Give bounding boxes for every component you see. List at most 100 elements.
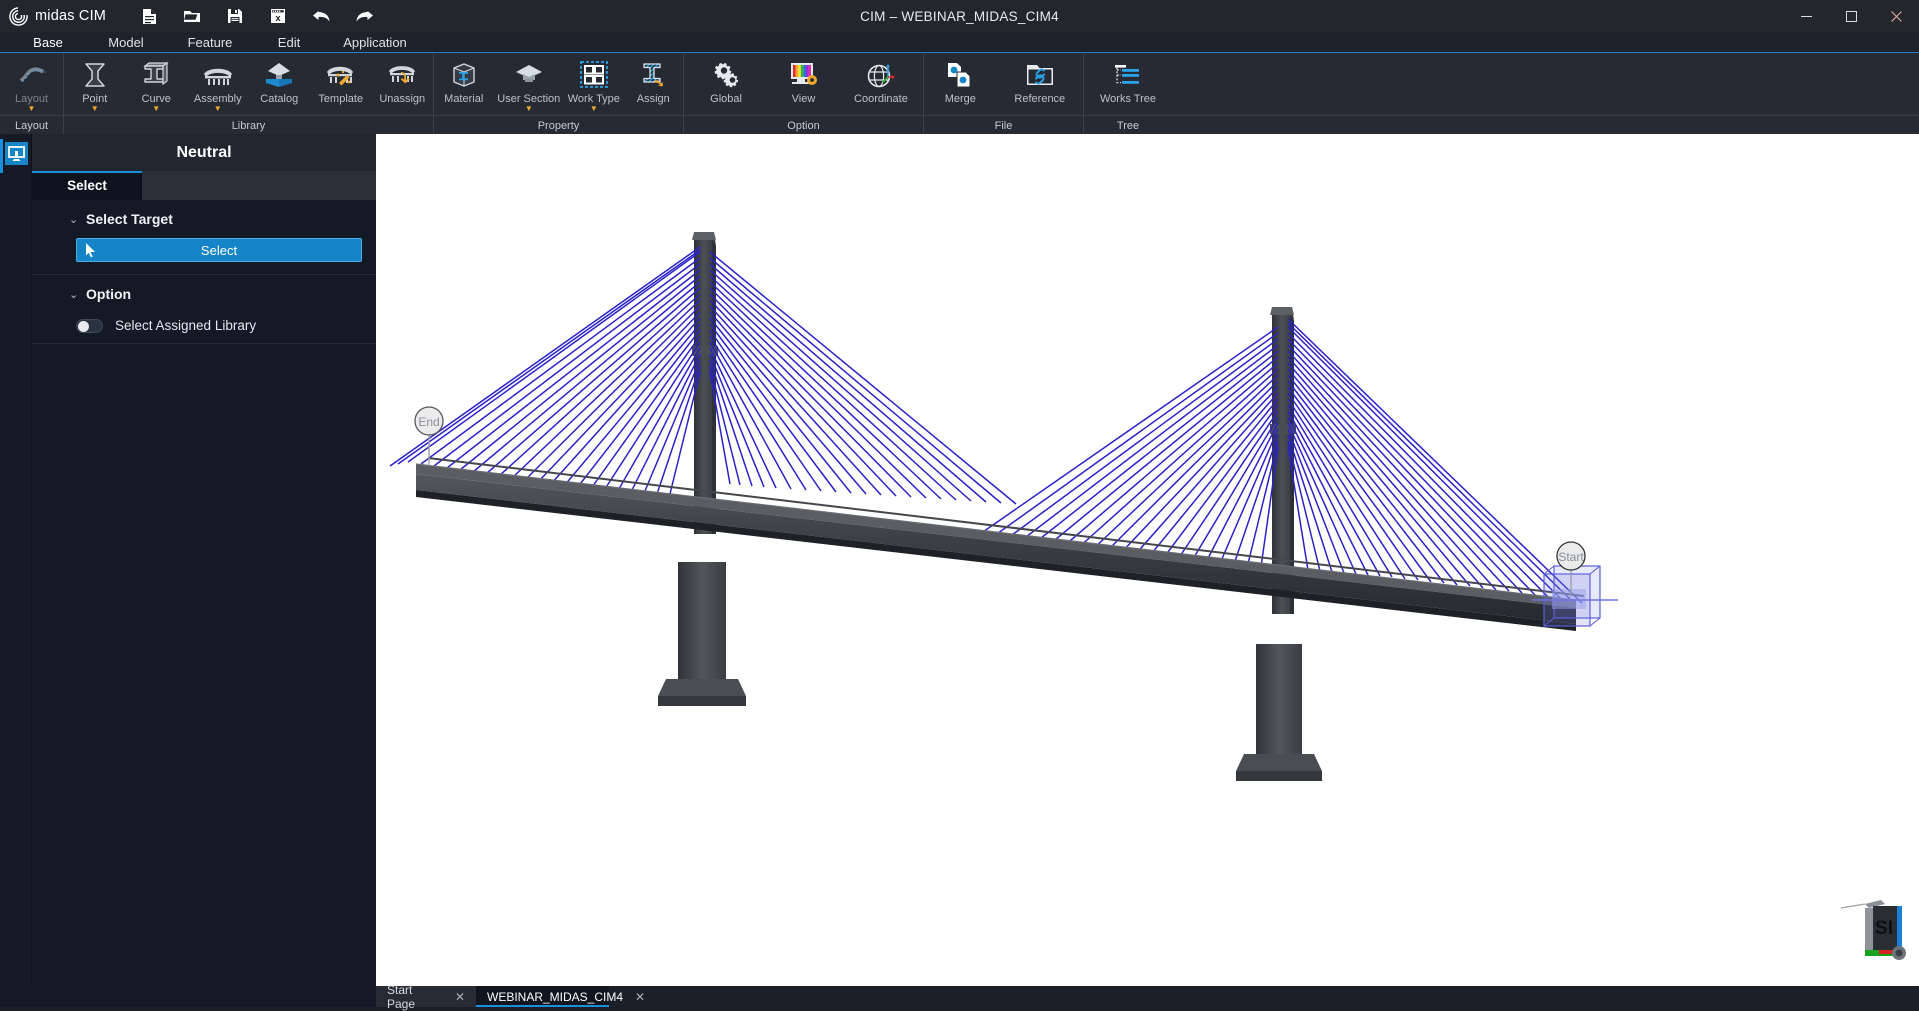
ribbon-button-work-type[interactable]: Work Type ▼ — [564, 55, 623, 115]
ribbon-toolbar: Layout ▼ Point ▼ — [0, 52, 1919, 134]
ribbon-button-unassign[interactable]: Unassign — [372, 55, 434, 115]
menu-item-base[interactable]: Base — [18, 35, 78, 52]
selection-box-start[interactable] — [1532, 566, 1618, 626]
ribbon-button-assembly[interactable]: Assembly ▼ — [187, 55, 249, 115]
bridge-model-render: End Start — [376, 134, 1919, 986]
ribbon-group-label-property: Property — [434, 116, 684, 135]
cable-group-pylon2-right — [1288, 319, 1582, 603]
menu-item-application[interactable]: Application — [330, 35, 420, 52]
ribbon-button-template[interactable]: Template — [310, 55, 372, 115]
menu-item-model[interactable]: Model — [96, 35, 156, 52]
ribbon-group-label-tree: Tree — [1084, 116, 1172, 135]
save-icon[interactable] — [225, 6, 245, 26]
new-file-icon[interactable] — [139, 6, 159, 26]
curve-icon — [141, 58, 171, 91]
midas-logo-icon — [9, 7, 28, 26]
ribbon-button-curve[interactable]: Curve ▼ — [126, 55, 188, 115]
reference-link-icon — [1025, 58, 1055, 91]
chevron-down-icon[interactable]: ▼ — [214, 106, 222, 112]
chevron-down-icon[interactable]: ⌄ — [69, 288, 78, 301]
ribbon-group-label-library: Library — [64, 116, 434, 135]
ribbon-button-assign[interactable]: Assign — [624, 55, 683, 115]
select-button-label: Select — [201, 243, 237, 258]
coordinate-globe-icon — [866, 58, 896, 91]
ribbon-group-property: Material User Section ▼ — [434, 53, 684, 115]
chevron-down-icon[interactable]: ▼ — [152, 106, 160, 112]
open-folder-icon[interactable] — [182, 6, 202, 26]
close-button[interactable] — [1874, 0, 1919, 32]
ribbon-group-label-option: Option — [684, 116, 924, 135]
material-icon — [450, 58, 478, 91]
assign-icon — [639, 58, 667, 91]
ribbon-button-global[interactable]: Global — [684, 55, 768, 115]
select-button[interactable]: Select — [76, 238, 362, 262]
works-tree-icon — [1113, 58, 1143, 91]
template-icon — [324, 58, 358, 91]
ribbon-group-label-layout: Layout — [0, 116, 64, 135]
model-viewport-3d[interactable]: End Start SI — [376, 134, 1919, 986]
ribbon-button-user-section[interactable]: User Section ▼ — [493, 55, 564, 115]
section-select-target: ⌄ Select Target Select — [32, 200, 376, 275]
ribbon-button-view[interactable]: View — [768, 55, 839, 115]
section-header-select-target[interactable]: ⌄ Select Target — [32, 200, 376, 233]
panel-tab-bar: Select — [32, 171, 376, 200]
chevron-down-icon[interactable]: ▼ — [91, 106, 99, 112]
section-title-select-target: Select Target — [86, 211, 173, 227]
ribbon-button-coordinate[interactable]: Coordinate — [839, 55, 923, 115]
document-tab-start-page[interactable]: Start Page ✕ — [376, 986, 476, 1007]
works-display-icon — [5, 142, 28, 170]
ribbon-button-layout[interactable]: Layout ▼ — [0, 55, 63, 115]
redo-icon[interactable] — [354, 6, 374, 26]
ribbon-label-works-tree: Works Tree — [1100, 93, 1156, 105]
title-bar: midas CIM x CIM – WEBINAR_MIDAS_CIM4 — [0, 0, 1919, 32]
global-gears-icon — [711, 58, 741, 91]
panel-tab-select[interactable]: Select — [32, 171, 142, 200]
select-assigned-library-toggle[interactable] — [76, 319, 103, 333]
close-icon[interactable]: ✕ — [455, 990, 465, 1004]
ribbon-button-merge[interactable]: Merge — [924, 55, 997, 115]
ribbon-button-point[interactable]: Point ▼ — [64, 55, 126, 115]
menu-bar: Base Model Feature Edit Application — [0, 32, 1919, 52]
pier-right — [1236, 644, 1322, 781]
view-cube[interactable]: SI — [1835, 898, 1909, 964]
arrow-cursor-icon — [85, 242, 97, 261]
ribbon-label-assign: Assign — [637, 93, 670, 105]
merge-icon — [946, 58, 974, 91]
chevron-down-icon[interactable]: ▼ — [525, 106, 533, 112]
panel-title: Neutral — [32, 134, 376, 171]
document-tab-label: WEBINAR_MIDAS_CIM4 — [487, 990, 623, 1004]
chevron-down-icon[interactable]: ⌄ — [69, 213, 78, 226]
document-tab-bar: Start Page ✕ WEBINAR_MIDAS_CIM4 ✕ — [376, 986, 1919, 1007]
maximize-button[interactable] — [1829, 0, 1874, 32]
chevron-down-icon[interactable]: ▼ — [28, 106, 36, 112]
section-option: ⌄ Option Select Assigned Library — [32, 275, 376, 344]
close-icon[interactable]: ✕ — [635, 990, 645, 1004]
undo-icon[interactable] — [311, 6, 331, 26]
ribbon-button-works-tree[interactable]: Works Tree — [1084, 55, 1172, 115]
ribbon-button-catalog[interactable]: Catalog — [249, 55, 311, 115]
rail-button-works-display[interactable] — [0, 139, 32, 173]
ribbon-button-reference[interactable]: Reference — [997, 55, 1083, 115]
svg-text:x: x — [275, 13, 281, 24]
document-tab-webinar-midas-cim4[interactable]: WEBINAR_MIDAS_CIM4 ✕ — [476, 986, 609, 1007]
chevron-down-icon[interactable]: ▼ — [590, 106, 598, 112]
menu-item-edit[interactable]: Edit — [262, 35, 316, 52]
marker-end[interactable]: End — [415, 407, 443, 466]
section-header-option[interactable]: ⌄ Option — [32, 275, 376, 308]
quick-access-toolbar: x — [139, 6, 374, 26]
ribbon-label-coordinate: Coordinate — [854, 93, 908, 105]
ribbon-group-layout: Layout ▼ — [0, 53, 64, 115]
menu-item-feature[interactable]: Feature — [176, 35, 244, 52]
minimize-button[interactable] — [1784, 0, 1829, 32]
work-type-icon — [580, 58, 608, 91]
marker-end-label: End — [418, 415, 439, 429]
app-brand: midas CIM — [0, 7, 120, 26]
user-section-icon — [514, 58, 544, 91]
export-excel-icon[interactable]: x — [268, 6, 288, 26]
app-brand-text: midas CIM — [35, 8, 106, 24]
layout-ribbon-icon — [17, 58, 47, 91]
ribbon-button-material[interactable]: Material — [434, 55, 493, 115]
view-monitor-icon — [789, 58, 819, 91]
point-icon — [80, 58, 110, 91]
ribbon-label-merge: Merge — [945, 93, 976, 105]
